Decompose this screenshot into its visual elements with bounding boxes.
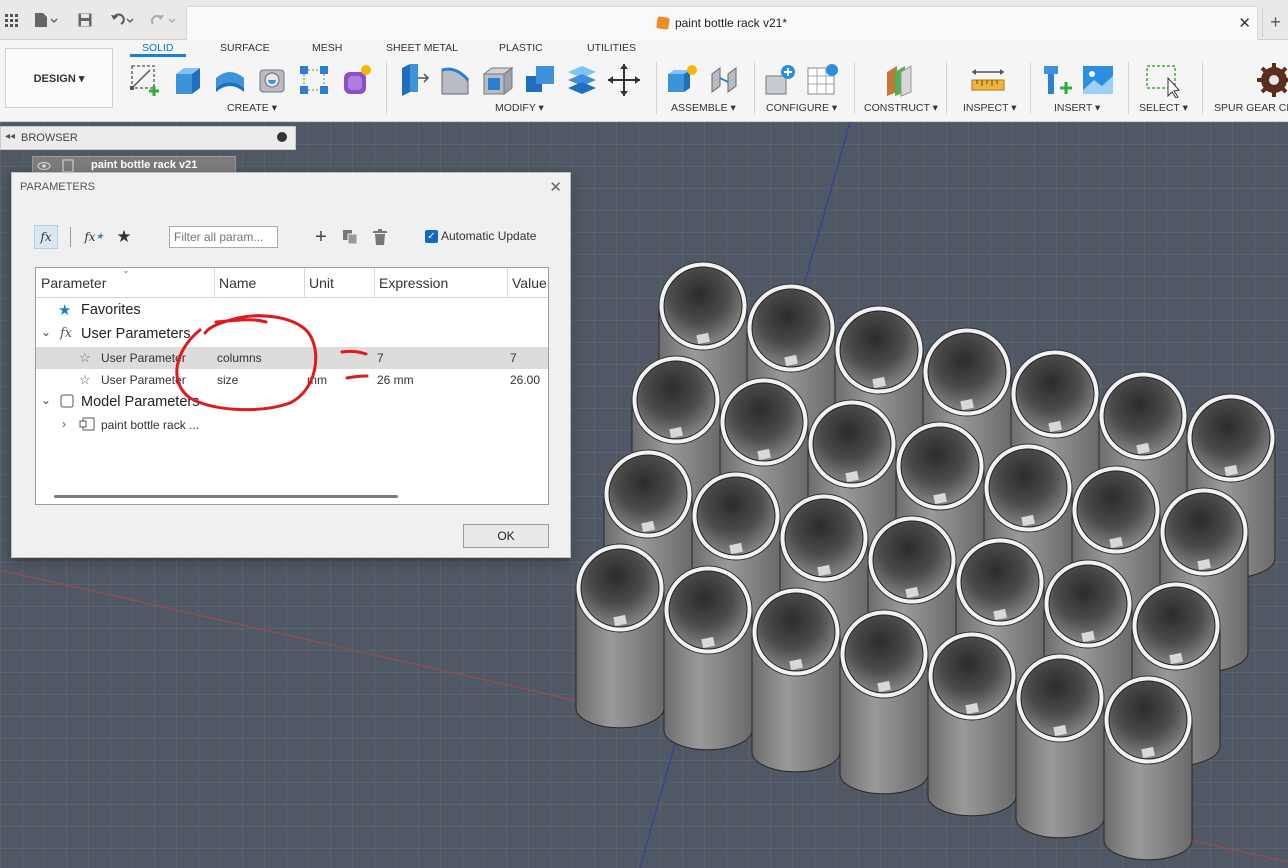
red-annotation-overlay bbox=[175, 314, 369, 412]
annotation-circle bbox=[175, 314, 318, 412]
annotation-dash bbox=[340, 349, 368, 356]
annotation-dash bbox=[345, 374, 369, 380]
